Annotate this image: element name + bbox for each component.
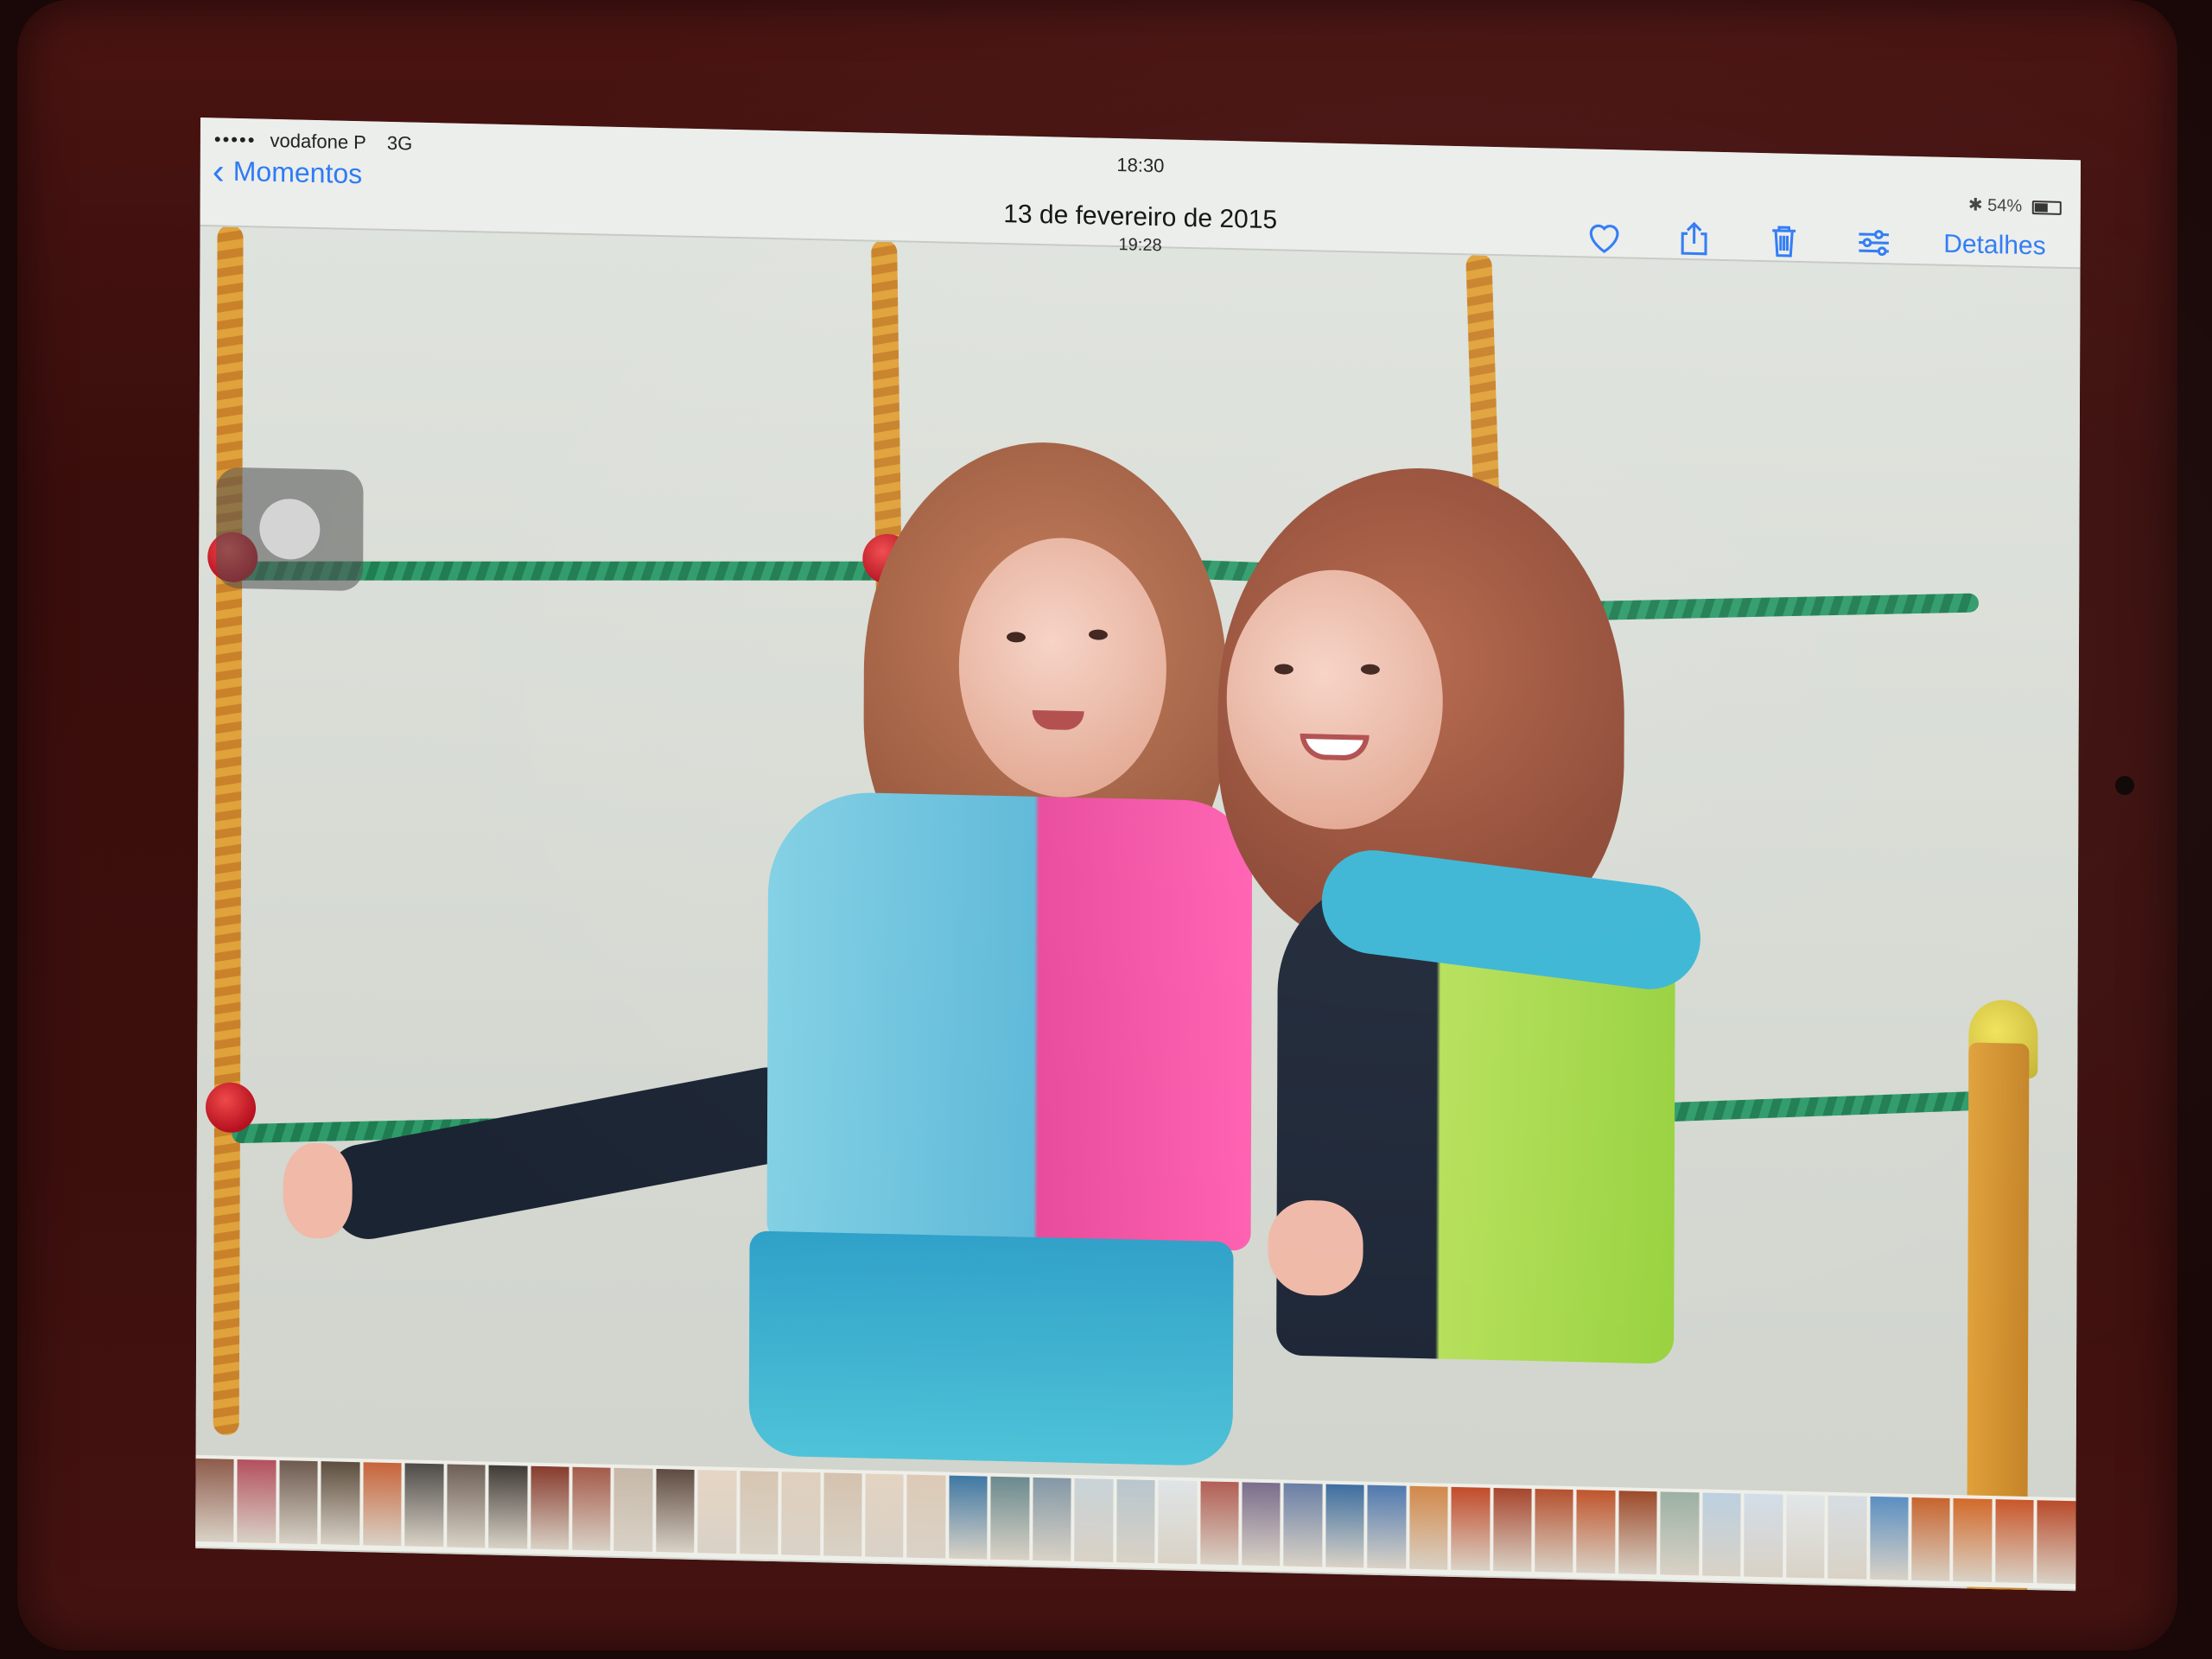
photo-thumbnail[interactable]	[1199, 1481, 1239, 1566]
girl-left-arm	[321, 1061, 816, 1245]
photo-thumbnail[interactable]	[1325, 1484, 1364, 1568]
girl-right-hand	[1268, 1199, 1363, 1297]
photo-thumbnail[interactable]	[1158, 1480, 1198, 1565]
girl-right-eye	[1274, 664, 1294, 675]
photo-thumbnail[interactable]	[530, 1465, 569, 1550]
photo-thumbnail[interactable]	[2037, 1500, 2076, 1585]
photo-thumbnail[interactable]	[1242, 1482, 1281, 1567]
photo-thumbnail[interactable]	[1283, 1483, 1323, 1567]
girl-right-eye	[1360, 664, 1380, 675]
photo-thumbnail[interactable]	[1660, 1491, 1700, 1576]
photo-thumbnail[interactable]	[949, 1475, 988, 1560]
tablet-screen: ••••• vodafone P 3G 18:30 ✱ 54% ‹ Momento…	[195, 118, 2081, 1592]
photo-thumbnail[interactable]	[1827, 1495, 1867, 1580]
photo-thumbnail[interactable]	[697, 1470, 737, 1554]
rope-vertical	[213, 225, 244, 1436]
photo-thumbnail[interactable]	[1074, 1478, 1114, 1562]
girl-left-eye	[1006, 632, 1026, 643]
status-bar-right: ✱ 54%	[1968, 194, 2062, 217]
girl-left-skirt	[748, 1230, 1234, 1467]
photo-thumbnail[interactable]	[906, 1474, 946, 1559]
bluetooth-icon: ✱	[1967, 195, 1983, 215]
photo-thumbnail[interactable]	[1367, 1484, 1407, 1569]
photo-thumbnail[interactable]	[781, 1471, 821, 1556]
photo-thumbnail[interactable]	[1869, 1496, 1909, 1580]
photo-thumbnail[interactable]	[572, 1466, 611, 1551]
photo-thumbnail[interactable]	[1618, 1491, 1657, 1575]
photo-thumbnail[interactable]	[1911, 1497, 1950, 1581]
heart-icon[interactable]	[1584, 216, 1624, 257]
photo-thumbnail[interactable]	[1785, 1494, 1825, 1579]
photo-thumbnail[interactable]	[739, 1471, 779, 1555]
photo-thumbnail[interactable]	[656, 1468, 695, 1553]
photo-thumbnail[interactable]	[1451, 1486, 1491, 1571]
photo-thumbnail[interactable]	[1535, 1489, 1574, 1573]
photo-thumbnail[interactable]	[321, 1461, 360, 1546]
photo-thumbnail[interactable]	[865, 1473, 905, 1558]
photo-thumbnail[interactable]	[404, 1463, 444, 1548]
photo-thumbnail[interactable]	[1492, 1487, 1532, 1572]
battery-icon	[2031, 200, 2062, 215]
photo-thumbnail[interactable]	[446, 1464, 486, 1548]
photo-thumbnail[interactable]	[237, 1459, 276, 1543]
photo-thumbnail[interactable]	[1032, 1477, 1071, 1561]
assistive-touch-button[interactable]	[216, 467, 364, 592]
photo-thumbnail[interactable]	[362, 1462, 402, 1547]
photo-thumbnail[interactable]	[613, 1467, 653, 1552]
photo-thumbnail[interactable]	[990, 1476, 1030, 1560]
photo-thumbnail[interactable]	[1408, 1485, 1448, 1570]
rope-knot	[205, 1082, 257, 1134]
photo-thumbnail[interactable]	[488, 1465, 528, 1549]
front-camera	[2115, 776, 2134, 795]
photo-thumbnail[interactable]	[279, 1460, 318, 1545]
photo-thumbnail[interactable]	[1576, 1490, 1616, 1574]
photo-thumbnail[interactable]	[195, 1458, 235, 1542]
girl-left-jacket	[766, 790, 1253, 1251]
photo-thumbnail[interactable]	[1744, 1493, 1783, 1578]
adjust-icon[interactable]	[1853, 222, 1893, 263]
photo-thumbnail[interactable]	[1995, 1499, 2034, 1584]
photo-viewer[interactable]	[195, 224, 2081, 1592]
battery-percent: 54%	[1987, 195, 2023, 216]
share-icon[interactable]	[1674, 219, 1713, 259]
girl-left-hand	[283, 1142, 353, 1239]
photo-thumbnail[interactable]	[1116, 1479, 1155, 1564]
details-button[interactable]: Detalhes	[1943, 230, 2046, 262]
girl-left-eye	[1088, 629, 1109, 640]
photo-thumbnail[interactable]	[823, 1472, 862, 1557]
trash-icon[interactable]	[1764, 220, 1803, 261]
photo-thumbnail[interactable]	[1701, 1492, 1741, 1577]
photo-thumbnail[interactable]	[1953, 1498, 1993, 1583]
